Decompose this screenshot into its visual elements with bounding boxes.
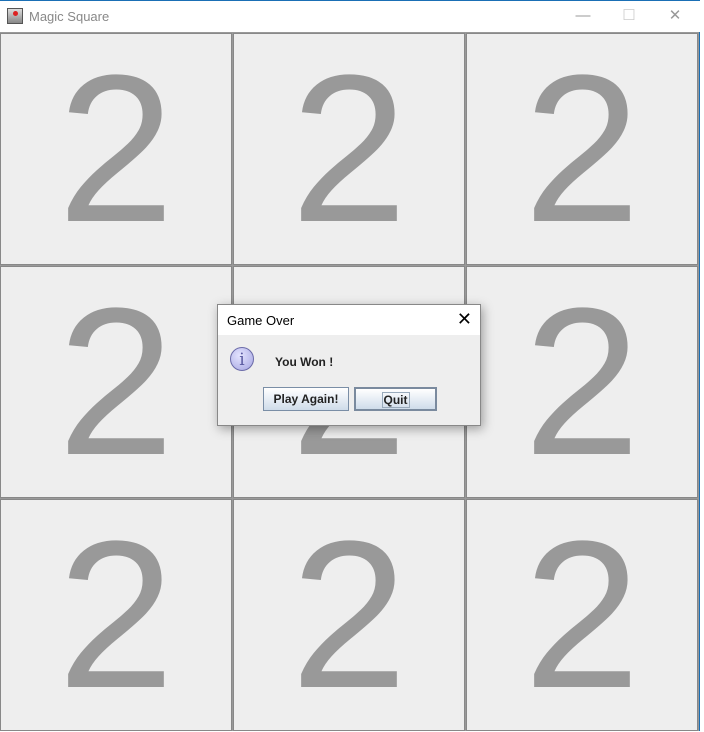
grid-cell[interactable]: 2 [0, 266, 232, 498]
maximize-button[interactable]: ☐ [606, 1, 652, 32]
window-title: Magic Square [29, 9, 110, 24]
dialog-title: Game Over [227, 313, 295, 328]
minimize-button[interactable]: — [560, 1, 606, 32]
info-icon: i [230, 347, 254, 371]
dialog-title-bar: Game Over ✕ [218, 305, 480, 335]
game-over-dialog: Game Over ✕ i You Won ! Play Again! Quit [217, 304, 481, 426]
close-button[interactable]: ✕ [652, 1, 698, 32]
grid-cell[interactable]: 2 [466, 499, 698, 731]
title-bar: Magic Square — ☐ ✕ [0, 1, 700, 32]
grid-cell[interactable]: 2 [233, 499, 465, 731]
grid-cell[interactable]: 2 [466, 266, 698, 498]
dialog-message: You Won ! [275, 355, 334, 369]
java-app-icon [7, 8, 23, 24]
grid-cell[interactable]: 2 [0, 33, 232, 265]
play-again-button[interactable]: Play Again! [263, 387, 349, 411]
grid-cell[interactable]: 2 [466, 33, 698, 265]
grid-cell[interactable]: 2 [233, 33, 465, 265]
grid-cell[interactable]: 2 [0, 499, 232, 731]
quit-label: Quit [381, 392, 410, 408]
dialog-close-icon[interactable]: ✕ [457, 309, 472, 330]
quit-button[interactable]: Quit [354, 387, 437, 411]
